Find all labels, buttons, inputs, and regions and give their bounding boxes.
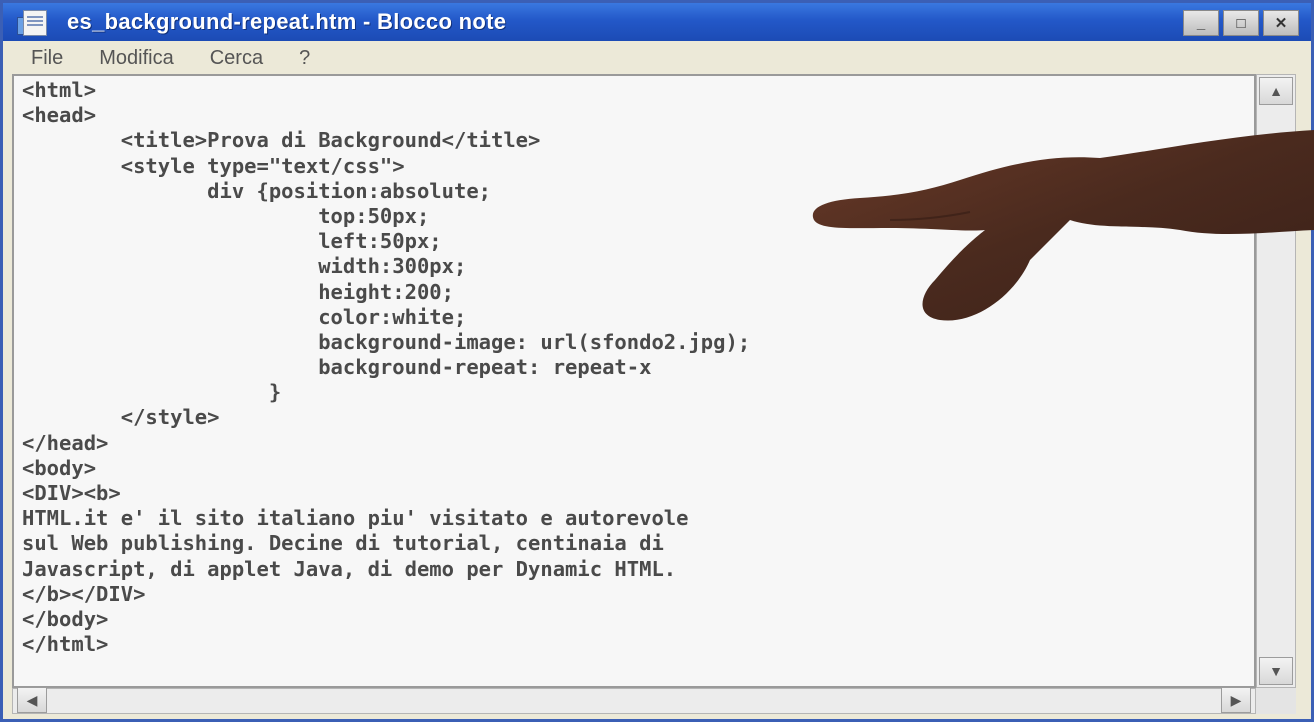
code-line: top:50px; — [22, 203, 430, 228]
code-line: height:200; — [22, 279, 454, 304]
code-line: Javascript, di applet Java, di demo per … — [22, 556, 677, 581]
maximize-button[interactable]: □ — [1223, 10, 1259, 36]
scroll-up-button[interactable]: ▲ — [1259, 77, 1293, 105]
horizontal-scrollbar[interactable]: ◀ ▶ — [12, 687, 1256, 714]
window-controls: _ □ ✕ — [1183, 10, 1299, 36]
code-line: } — [22, 380, 282, 405]
menu-modifica[interactable]: Modifica — [85, 47, 187, 70]
window-title: es_background-repeat.htm - Blocco note — [67, 9, 507, 34]
menu-cerca[interactable]: Cerca — [196, 47, 277, 70]
code-line: HTML.it e' il sito italiano piu' visitat… — [22, 506, 689, 531]
title-bar[interactable]: es_background-repeat.htm - Blocco note _… — [3, 3, 1311, 41]
code-line: background-repeat: repeat-x — [22, 355, 652, 380]
code-line: </head> — [22, 430, 109, 455]
scroll-down-button[interactable]: ▼ — [1259, 657, 1293, 685]
code-line: <DIV><b> — [22, 481, 121, 505]
scroll-right-button[interactable]: ▶ — [1221, 687, 1251, 713]
menu-help[interactable]: ? — [285, 47, 324, 70]
code-content: <html> <head> <title>Prova di Background<… — [14, 76, 1254, 657]
code-line: <style type="text/css"> — [22, 153, 405, 178]
code-line: </b></DIV> — [22, 581, 146, 606]
code-line: sul Web publishing. Decine di tutorial, … — [22, 531, 664, 556]
code-line: <html> — [22, 78, 97, 102]
code-line: </html> — [22, 632, 109, 657]
text-editor-area[interactable]: <html> <head> <title>Prova di Background<… — [12, 74, 1256, 688]
resize-grip[interactable] — [1256, 688, 1296, 714]
vertical-scrollbar[interactable]: ▲ ▼ — [1256, 74, 1296, 688]
code-line: left:50px; — [22, 229, 442, 254]
code-line: <title>Prova di Background</title> — [22, 128, 541, 153]
code-line: </style> — [22, 405, 220, 430]
code-line: <body> — [22, 455, 97, 480]
code-line: color:white; — [22, 304, 467, 329]
code-line: </body> — [22, 606, 109, 631]
menu-file[interactable]: File — [17, 47, 77, 70]
code-line: <head> — [22, 103, 97, 128]
notepad-icon-page — [23, 10, 47, 36]
code-line: width:300px; — [22, 254, 467, 279]
scroll-left-button[interactable]: ◀ — [17, 687, 47, 713]
minimize-button[interactable]: _ — [1183, 10, 1219, 36]
notepad-icon[interactable] — [15, 8, 49, 36]
code-line: background-image: url(sfondo2.jpg); — [22, 329, 751, 354]
code-line: div {position:absolute; — [22, 178, 491, 203]
menu-bar: File Modifica Cerca ? — [3, 41, 1311, 75]
close-button[interactable]: ✕ — [1263, 10, 1299, 36]
